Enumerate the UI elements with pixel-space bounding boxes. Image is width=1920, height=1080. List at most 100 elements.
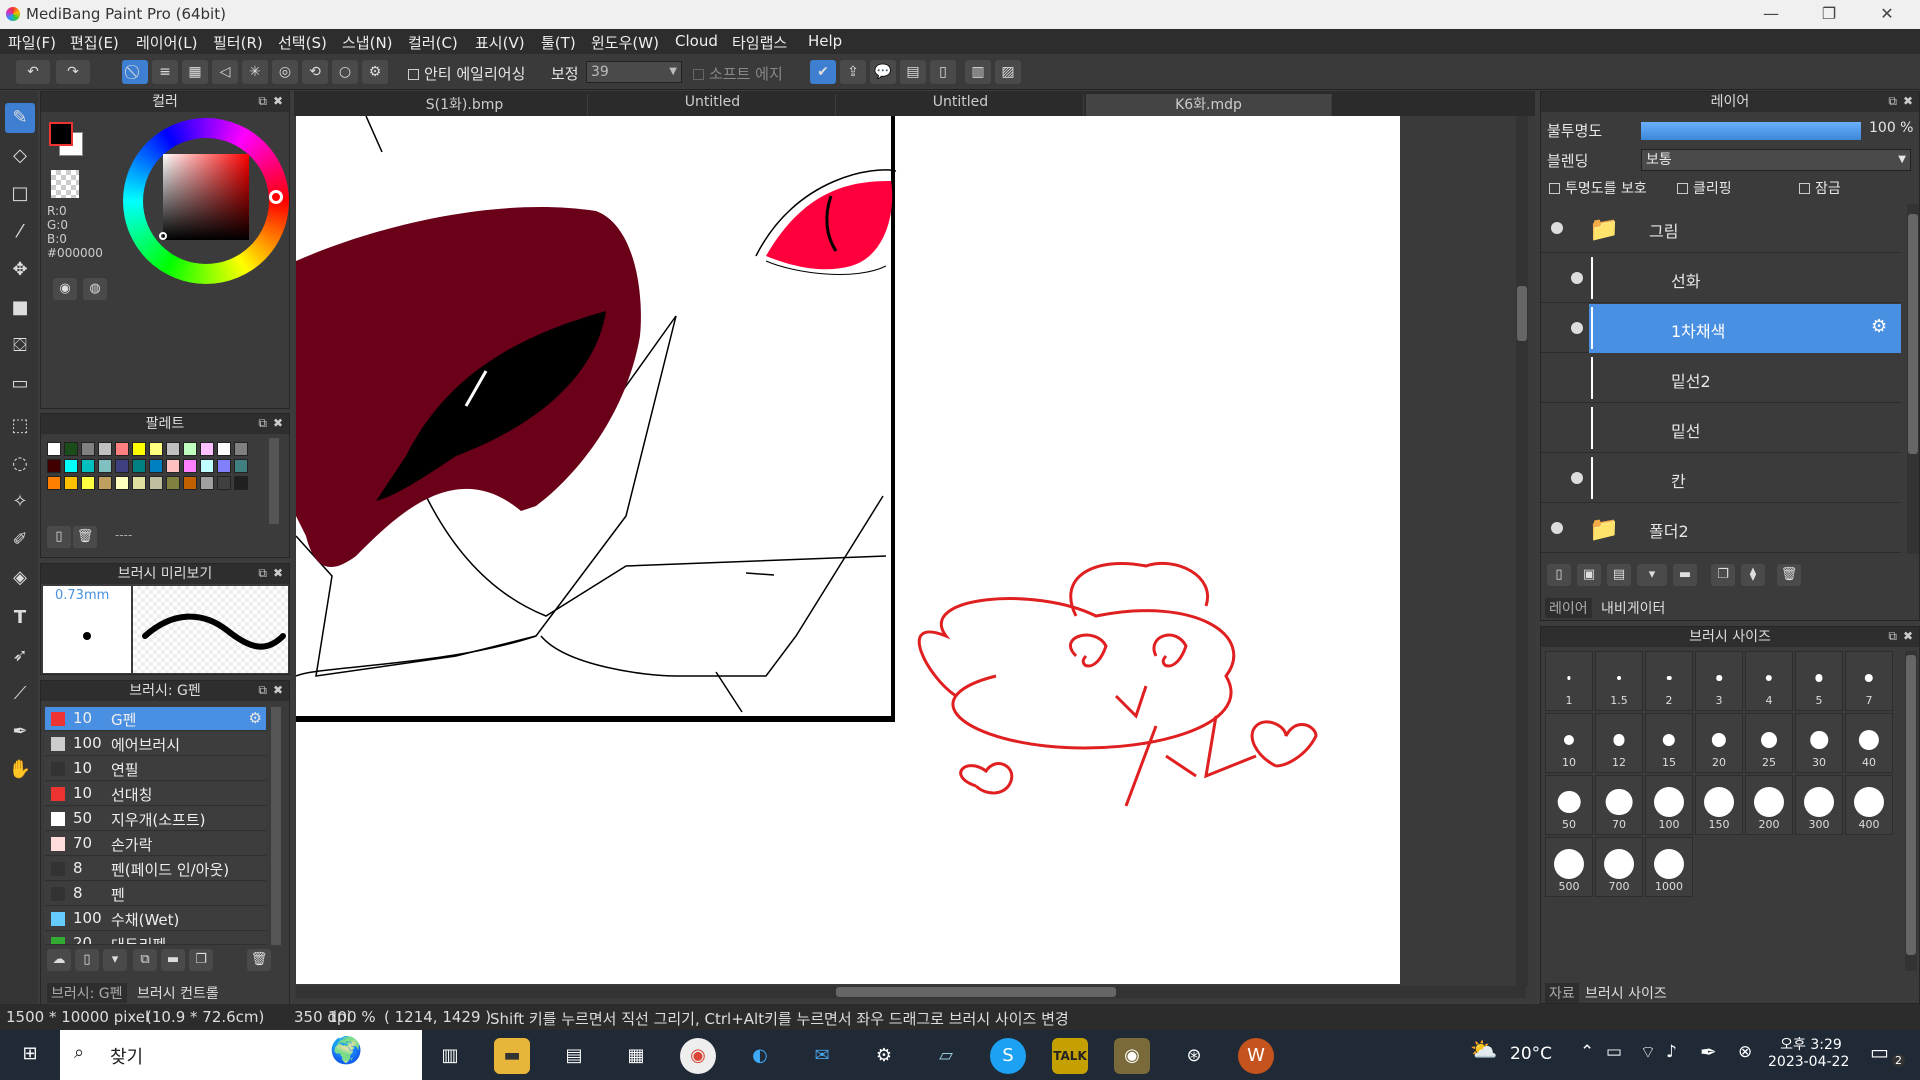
soft-edge-checkbox[interactable]: 소프트 에지 (693, 63, 783, 84)
skype-icon[interactable]: S (990, 1038, 1026, 1074)
palette-swatch[interactable] (149, 476, 163, 490)
brush-item[interactable]: 10 연필 (45, 757, 266, 781)
transparent-color[interactable] (51, 170, 79, 198)
app-stack-icon[interactable]: ▤ (556, 1038, 592, 1074)
folder-icon[interactable]: ▬ (161, 949, 185, 971)
fill-rect-tool-icon[interactable]: ■ (5, 293, 35, 323)
add-layer-menu-icon[interactable]: ▾ (1637, 564, 1667, 586)
palette-swatch[interactable] (98, 442, 112, 456)
volume-icon[interactable]: ♪ (1666, 1042, 1677, 1062)
palette-swatch[interactable] (115, 442, 129, 456)
brush-size-option[interactable]: 300 (1795, 775, 1843, 835)
popout-icon[interactable]: ⧉ (1888, 94, 1897, 109)
popout-icon[interactable]: ⧉ (258, 94, 267, 109)
canvas-hscroll[interactable] (296, 986, 1526, 998)
close-icon[interactable]: ✖ (273, 566, 283, 580)
brush-item[interactable]: 100 수채(Wet) (45, 907, 266, 931)
brush-size-option[interactable]: 200 (1745, 775, 1793, 835)
page-icon[interactable]: ▯ (930, 60, 956, 84)
visibility-icon[interactable] (1571, 322, 1583, 334)
select-pen-icon[interactable]: ✐ (5, 525, 35, 555)
snap-grid-icon[interactable]: ▦ (182, 60, 208, 84)
snap-perspective-icon[interactable]: ◁ (212, 60, 238, 84)
vscroll-thumb[interactable] (1517, 286, 1527, 341)
palette-swatch[interactable] (81, 459, 95, 473)
cloud-brush-icon[interactable]: ☁ (47, 949, 71, 971)
close-icon[interactable]: ✖ (273, 94, 283, 108)
brush-size-option[interactable]: 25 (1745, 713, 1793, 773)
palette-swatch[interactable] (81, 476, 95, 490)
size-scroll-thumb[interactable] (1906, 655, 1916, 955)
layer-row[interactable]: 칸 (1541, 454, 1901, 503)
brush-size-option[interactable]: 70 (1595, 775, 1643, 835)
whale-icon[interactable]: W (1238, 1038, 1274, 1074)
brush-footer-tab[interactable]: 브러시: G펜 (47, 983, 127, 1003)
gradient-tool-icon[interactable]: ▭ (5, 369, 35, 399)
navigator-tab[interactable]: 내비게이터 (1601, 598, 1665, 618)
brush-size-option[interactable]: 12 (1595, 713, 1643, 773)
palette-swatch[interactable] (217, 459, 231, 473)
close-circle-icon[interactable]: ⊗ (1738, 1042, 1752, 1062)
material-tab[interactable]: 자료 (1545, 983, 1579, 1003)
brush-tool-icon[interactable]: ✎ (5, 103, 35, 133)
brush-size-option[interactable]: 7 (1845, 651, 1893, 711)
tab-document[interactable]: S(1화).bmp (342, 94, 588, 116)
gear-icon[interactable]: ⚙ (1871, 316, 1887, 337)
layer-scroll-thumb[interactable] (1908, 214, 1918, 454)
menu-snap[interactable]: 스냅(N) (342, 32, 393, 53)
speech-bubble-icon[interactable]: 💬 (870, 60, 896, 84)
menu-select[interactable]: 선택(S) (278, 32, 327, 53)
text-tool-icon[interactable]: T (5, 603, 35, 633)
close-icon[interactable]: ✖ (273, 683, 283, 697)
layer-row-selected[interactable]: 1차채색 ⚙ (1541, 304, 1901, 353)
tab-document[interactable]: Untitled (590, 94, 836, 116)
palette-swatch[interactable] (183, 442, 197, 456)
popout-icon[interactable]: ⧉ (258, 566, 267, 581)
brush-size-option[interactable]: 3 (1695, 651, 1743, 711)
visibility-icon[interactable] (1551, 522, 1563, 534)
brush-size-option[interactable]: 50 (1545, 775, 1593, 835)
kakaotalk-icon[interactable]: TALK (1052, 1038, 1088, 1074)
brush-size-option[interactable]: 5 (1795, 651, 1843, 711)
brush-item[interactable]: 8 펜(페이드 인/아웃) (45, 857, 266, 881)
cloud-check-icon[interactable]: ✔ (810, 60, 836, 84)
brush-size-option[interactable]: 10 (1545, 713, 1593, 773)
divide-tool-icon[interactable]: ⟋ (5, 679, 35, 709)
palette-swatch[interactable] (217, 442, 231, 456)
clock-date[interactable]: 2023-04-22 (1768, 1054, 1849, 1070)
palette-swatch[interactable] (149, 459, 163, 473)
palette-swatch[interactable] (47, 459, 61, 473)
taskbar-search[interactable]: ⌕ 찾기 🌍 (60, 1030, 422, 1080)
palette-swatch[interactable] (98, 476, 112, 490)
blend-select[interactable]: 보통 ▼ (1641, 149, 1911, 171)
app-icon[interactable]: ⊛ (1176, 1038, 1212, 1074)
brush-size-option[interactable]: 700 (1595, 837, 1643, 897)
palette-swatch[interactable] (115, 476, 129, 490)
snap-curve-icon[interactable]: ⟲ (302, 60, 328, 84)
windows-start-icon[interactable]: ⊞ (12, 1036, 48, 1072)
brush-menu-icon[interactable]: ▾ (103, 949, 127, 971)
visibility-icon[interactable] (1571, 472, 1583, 484)
snap-concentric-icon[interactable]: ◎ (272, 60, 298, 84)
menu-edit[interactable]: 편집(E) (70, 32, 119, 53)
palette-swatch[interactable] (200, 459, 214, 473)
menu-filter[interactable]: 필터(R) (213, 32, 263, 53)
color-history-icon[interactable]: ◍ (83, 278, 107, 300)
close-button[interactable]: ✕ (1864, 2, 1910, 26)
close-icon[interactable]: ✖ (1903, 94, 1913, 108)
restore-button[interactable]: ❐ (1806, 2, 1852, 26)
edge-icon[interactable]: ◐ (742, 1038, 778, 1074)
menu-cloud[interactable]: Cloud (675, 32, 718, 50)
medibang-icon[interactable]: ◉ (1114, 1038, 1150, 1074)
protect-alpha-checkbox[interactable]: 투명도를 보호 (1549, 178, 1647, 198)
brush-item[interactable]: 8펜 (45, 882, 266, 906)
menu-tool[interactable]: 툴(T) (541, 32, 576, 53)
close-icon[interactable]: ✖ (273, 416, 283, 430)
brush-size-option[interactable]: 1.5 (1595, 651, 1643, 711)
brush-size-option[interactable]: 1 (1545, 651, 1593, 711)
palette-swatch[interactable] (234, 476, 248, 490)
snap-ellipse-icon[interactable]: ○ (332, 60, 358, 84)
file-explorer-icon[interactable]: ▬ (494, 1038, 530, 1074)
layer-row-folder[interactable]: 📁 그림 (1541, 204, 1901, 253)
size-scrollbar[interactable] (1905, 651, 1917, 971)
